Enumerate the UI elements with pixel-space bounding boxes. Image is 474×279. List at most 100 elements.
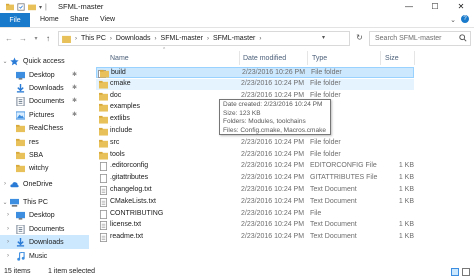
- file-name: readme.txt: [110, 233, 144, 241]
- column-divider[interactable]: [380, 51, 381, 65]
- folder-icon: [6, 3, 14, 11]
- expand-icon[interactable]: ›: [0, 212, 16, 218]
- text-file-icon: [99, 186, 108, 195]
- table-row[interactable]: .editorconfig 2/23/2016 10:24 PM EDITORCON…: [96, 161, 414, 172]
- table-row[interactable]: readme.txt 2/23/2016 10:24 PM Text Documen…: [96, 232, 414, 243]
- table-row[interactable]: tools 2/23/2016 10:24 PM File folder: [96, 150, 414, 161]
- details-view-icon[interactable]: [451, 268, 459, 276]
- column-header-name[interactable]: Name: [110, 51, 129, 65]
- table-row[interactable]: CMakeLists.txt 2/23/2016 10:24 PM Text Doc…: [96, 197, 414, 208]
- expand-icon[interactable]: ›: [0, 253, 16, 259]
- table-row[interactable]: cmake 2/23/2016 10:24 PM File folder: [96, 78, 414, 90]
- tab-file[interactable]: File: [0, 13, 30, 27]
- minimize-button[interactable]: —: [396, 0, 422, 13]
- file-size: 1 KB: [398, 233, 414, 241]
- folder-icon: [99, 80, 108, 89]
- nav-item-witchy[interactable]: witchy: [0, 161, 89, 175]
- nav-item-label: OneDrive: [23, 180, 53, 188]
- breadcrumb-separator[interactable]: ›: [207, 36, 209, 42]
- search-input[interactable]: Search SFML-master: [375, 35, 442, 42]
- nav-item-documents[interactable]: Documents ✱: [0, 94, 89, 108]
- nav-item-realchess[interactable]: RealChess: [0, 121, 89, 135]
- file-name: extlibs: [110, 115, 130, 123]
- nav-item-onedrive[interactable]: › OneDrive: [0, 177, 89, 191]
- breadcrumb-separator: ›: [75, 35, 77, 42]
- tab-home[interactable]: Home: [40, 16, 59, 23]
- nav-item-desktop-pc[interactable]: › Desktop: [0, 208, 89, 222]
- table-row[interactable]: .gitattributes 2/23/2016 10:24 PM GITATTRI…: [96, 173, 414, 184]
- tab-view[interactable]: View: [100, 16, 115, 23]
- up-arrow-icon[interactable]: ↑: [42, 31, 54, 45]
- maximize-button[interactable]: ☐: [422, 0, 448, 13]
- nav-item-downloads[interactable]: Downloads ✱: [0, 81, 89, 95]
- date-modified: 2/23/2016 10:24 PM: [241, 221, 305, 229]
- help-icon[interactable]: ?: [461, 15, 469, 23]
- breadcrumb-separator[interactable]: ›: [259, 36, 261, 42]
- address-dropdown-icon[interactable]: ▾: [322, 34, 325, 41]
- tab-share[interactable]: Share: [70, 16, 89, 23]
- table-row[interactable]: license.txt 2/23/2016 10:24 PM Text Docume…: [96, 220, 414, 231]
- folder-icon: [16, 124, 25, 132]
- table-row[interactable]: CONTRIBUTING 2/23/2016 10:24 PM File: [96, 209, 414, 220]
- address-bar[interactable]: › This PC › Downloads › SFML-master › SF…: [58, 31, 350, 46]
- nav-item-quick-access[interactable]: ⌄ Quick access: [0, 54, 89, 68]
- file-name: CONTRIBUTING: [110, 209, 164, 217]
- search-box[interactable]: Search SFML-master: [369, 31, 471, 46]
- nav-item-desktop[interactable]: Desktop ✱: [0, 68, 89, 82]
- expand-icon[interactable]: ›: [0, 239, 16, 245]
- nav-item-pictures[interactable]: Pictures ✱: [0, 108, 89, 122]
- nav-item-documents-pc[interactable]: › Documents: [0, 222, 89, 236]
- column-header-date[interactable]: Date modified: [243, 51, 286, 65]
- collapse-icon[interactable]: ⌄: [0, 199, 10, 206]
- new-folder-icon[interactable]: [28, 3, 36, 11]
- file-type: File folder: [310, 91, 341, 99]
- collapse-icon[interactable]: ⌄: [0, 58, 10, 65]
- file-name: .gitattributes: [110, 174, 149, 182]
- table-row[interactable]: src 2/23/2016 10:24 PM File folder: [96, 138, 414, 149]
- breadcrumb-sfml-master[interactable]: SFML-master: [161, 35, 203, 42]
- nav-item-sba[interactable]: SBA: [0, 148, 89, 162]
- ribbon: File Home Share View ⌄ ?: [0, 13, 474, 28]
- nav-item-this-pc[interactable]: ⌄ This PC: [0, 195, 89, 209]
- properties-icon[interactable]: [17, 3, 25, 11]
- nav-item-music[interactable]: › Music: [0, 249, 89, 263]
- column-divider[interactable]: [414, 51, 415, 65]
- text-file-icon: [99, 233, 108, 243]
- pin-icon: ✱: [71, 112, 77, 118]
- date-modified: 2/23/2016 10:24 PM: [241, 162, 305, 170]
- file-size: 1 KB: [398, 221, 414, 229]
- column-header-type[interactable]: Type: [312, 51, 327, 65]
- forward-arrow-icon[interactable]: →: [17, 31, 29, 45]
- breadcrumb-separator[interactable]: ›: [110, 36, 112, 42]
- file-name: doc: [110, 91, 122, 99]
- breadcrumb-separator[interactable]: ›: [155, 36, 157, 42]
- file-type: GITATTRIBUTES File: [310, 174, 378, 182]
- file-icon: [99, 209, 108, 219]
- expand-ribbon-icon[interactable]: ⌄: [450, 16, 456, 24]
- nav-item-label: Quick access: [23, 57, 65, 65]
- column-header-size[interactable]: Size: [385, 51, 399, 65]
- date-modified: 2/23/2016 10:24 PM: [241, 138, 305, 146]
- breadcrumb-downloads[interactable]: Downloads: [116, 35, 151, 42]
- file-size: 1 KB: [398, 197, 414, 205]
- refresh-icon[interactable]: ↻: [353, 31, 366, 44]
- window-title: SFML-master: [58, 2, 104, 11]
- expand-icon[interactable]: ›: [0, 181, 10, 187]
- large-icons-view-icon[interactable]: [462, 268, 470, 276]
- nav-item-downloads-pc[interactable]: › Downloads: [0, 235, 89, 249]
- search-icon: [459, 34, 467, 42]
- table-row[interactable]: changelog.txt 2/23/2016 10:24 PM Text Docu…: [96, 185, 414, 196]
- back-arrow-icon[interactable]: ←: [3, 31, 15, 45]
- recent-locations-icon[interactable]: ▾: [30, 31, 42, 45]
- breadcrumb-sfml-master-inner[interactable]: SFML-master: [213, 35, 255, 42]
- nav-item-res[interactable]: res: [0, 135, 89, 149]
- customize-toolbar-icon[interactable]: ▾: [39, 4, 42, 11]
- column-divider[interactable]: [307, 51, 308, 65]
- column-divider[interactable]: [239, 51, 240, 65]
- table-row[interactable]: build 2/23/2016 10:26 PM File folder: [96, 67, 414, 78]
- expand-icon[interactable]: ›: [0, 226, 16, 232]
- navigation-pane-scrollbar[interactable]: [89, 50, 94, 265]
- close-button[interactable]: ✕: [448, 0, 474, 13]
- breadcrumb-this-pc[interactable]: This PC: [81, 35, 106, 42]
- folder-icon: [99, 127, 108, 136]
